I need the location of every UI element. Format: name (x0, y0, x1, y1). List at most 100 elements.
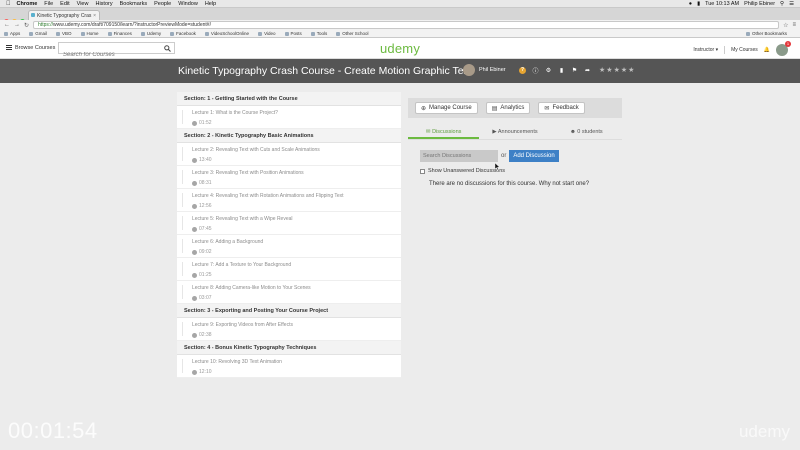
menu-item-people[interactable]: People (154, 1, 171, 7)
search-icon[interactable] (164, 45, 171, 52)
tab-students[interactable]: ☻ 0 students (551, 126, 622, 139)
bookmark-item[interactable]: Udemy (140, 31, 161, 36)
lecture-item[interactable]: Lecture 10: Revolving 3D Text Animation 1… (177, 355, 401, 378)
bookmark-label: Apps (10, 31, 21, 36)
lecture-title: Lecture 4: Revealing Text with Rotation … (192, 193, 344, 199)
lecture-duration-value: 01:52 (199, 120, 212, 126)
lecture-marker (182, 193, 183, 207)
manage-course-button[interactable]: ⊕ Manage Course (415, 102, 478, 114)
share-icon[interactable]: ➦ (584, 67, 591, 74)
bookmark-icon[interactable]: ▮ (558, 67, 565, 74)
chrome-menu-icon[interactable]: ≡ (792, 22, 796, 28)
info-icon[interactable]: ⓘ (532, 67, 539, 75)
lecture-item[interactable]: Lecture 7: Add a Texture to Your Backgro… (177, 258, 401, 281)
bookmark-label: Video (264, 31, 276, 36)
star-icon[interactable]: ★ (628, 66, 634, 74)
url-field[interactable]: https://www.udemy.com/draft/709150/learn… (33, 21, 780, 29)
bookmarks-bar: Apps Gmail VBO Home Finances Udemy Faceb… (0, 30, 800, 38)
flag-icon[interactable]: ⚑ (571, 67, 578, 74)
browse-courses-button[interactable]: Browse Courses (6, 44, 55, 51)
section-header: Section: 4 - Bonus Kinetic Typography Te… (177, 341, 401, 355)
site-header: Browse Courses udemy Instructor ▾ My Cou… (0, 38, 800, 60)
bookmark-item[interactable]: Home (80, 31, 99, 36)
bookmark-item[interactable]: Posts (284, 31, 302, 36)
other-bookmarks[interactable]: Other Bookmarks (745, 31, 787, 36)
spotlight-icon[interactable]: ⚲ (780, 1, 784, 7)
lecture-marker (182, 110, 183, 124)
bookmark-item[interactable]: Other School (336, 31, 369, 36)
wifi-icon[interactable]: ● (689, 1, 692, 7)
menu-list-icon[interactable]: ☰ (789, 1, 794, 7)
udemy-logo[interactable]: udemy (380, 41, 420, 56)
gear-icon[interactable]: ⚙ (545, 67, 552, 74)
analytics-button[interactable]: ▤ Analytics (485, 102, 531, 114)
bell-icon[interactable]: 🔔 (764, 47, 770, 53)
lecture-marker (182, 262, 183, 276)
lecture-marker (182, 216, 183, 230)
lecture-marker (182, 239, 183, 253)
bookmark-item[interactable]: Tools (310, 31, 327, 36)
menu-item-chrome[interactable]: Chrome (17, 1, 38, 7)
apple-icon[interactable]:  (6, 1, 11, 7)
battery-icon[interactable]: ▮ (697, 1, 700, 7)
tab-announcements-label: Announcements (497, 129, 538, 135)
lecture-item[interactable]: Lecture 2: Revealing Text with Cuts and … (177, 143, 401, 166)
lecture-title: Lecture 5: Revealing Text with a Wipe Re… (192, 216, 293, 222)
star-bookmark-icon[interactable]: ☆ (783, 22, 788, 29)
menubar-user[interactable]: Philip Ebiner (744, 1, 775, 7)
user-avatar[interactable]: 1 (776, 41, 791, 56)
menu-item-history[interactable]: History (95, 1, 112, 7)
bookmark-item[interactable]: Apps (4, 31, 20, 36)
star-icon[interactable]: ★ (621, 66, 627, 74)
my-courses-link[interactable]: My Courses (731, 47, 758, 53)
menu-item-view[interactable]: View (77, 1, 89, 7)
lecture-item[interactable]: Lecture 8: Adding Camera-like Motion to … (177, 281, 401, 304)
menu-item-file[interactable]: File (44, 1, 53, 7)
browser-tab[interactable]: Kinetic Typography Cras × (28, 10, 100, 20)
back-icon[interactable]: ← (4, 22, 10, 28)
reload-icon[interactable]: ↻ (24, 22, 29, 29)
lecture-duration-value: 12:10 (199, 369, 212, 375)
lecture-title: Lecture 8: Adding Camera-like Motion to … (192, 285, 311, 291)
star-icon[interactable]: ★ (614, 66, 620, 74)
menu-item-window[interactable]: Window (178, 1, 198, 7)
rating-stars[interactable]: ★ ★ ★ ★ ★ (599, 66, 634, 74)
lecture-item[interactable]: Lecture 3: Revealing Text with Position … (177, 166, 401, 189)
lecture-item[interactable]: Lecture 5: Revealing Text with a Wipe Re… (177, 212, 401, 235)
bookmark-item[interactable]: Finances (107, 31, 132, 36)
unanswered-checkbox[interactable] (420, 168, 425, 174)
star-icon[interactable]: ★ (599, 66, 605, 74)
lecture-duration: 07:45 (192, 226, 401, 232)
forward-icon[interactable]: → (14, 22, 20, 28)
lecture-duration: 03:07 (192, 295, 401, 301)
bookmark-item[interactable]: Video (258, 31, 276, 36)
instructor-info[interactable]: Phil Ebiner (463, 64, 506, 76)
bookmark-item[interactable]: VideoSchoolOnline (204, 31, 249, 36)
menu-item-edit[interactable]: Edit (60, 1, 69, 7)
lecture-item[interactable]: Lecture 6: Adding a Background 09:02 (177, 235, 401, 258)
lecture-duration: 02:38 (192, 332, 401, 338)
bookmark-item[interactable]: Gmail (29, 31, 47, 36)
tab-announcements[interactable]: ▶ Announcements (479, 126, 550, 139)
tab-discussions[interactable]: ✉ Discussions (408, 126, 480, 139)
lecture-item[interactable]: Lecture 1: What is the Course Project? 01… (177, 106, 401, 129)
browser-tab-strip: Kinetic Typography Cras × (0, 8, 800, 24)
help-icon[interactable]: ? (519, 66, 526, 74)
bookmark-item[interactable]: VBO (56, 31, 72, 36)
lecture-item[interactable]: Lecture 9: Exporting Videos from After E… (177, 318, 401, 341)
lecture-duration: 01:25 (192, 272, 401, 278)
menu-item-bookmarks[interactable]: Bookmarks (120, 1, 148, 7)
close-tab-icon[interactable]: × (93, 13, 96, 19)
bookmark-item[interactable]: Facebook (170, 31, 196, 36)
menubar-clock[interactable]: Tue 10:13 AM (705, 1, 739, 7)
star-icon[interactable]: ★ (606, 66, 612, 74)
menu-item-help[interactable]: Help (205, 1, 216, 7)
discussion-search-input[interactable] (420, 150, 498, 162)
bookmark-label: Gmail (35, 31, 48, 36)
feedback-button[interactable]: ✉ Feedback (538, 102, 585, 114)
instructor-menu[interactable]: Instructor ▾ (693, 47, 718, 53)
add-discussion-button[interactable]: Add Discussion (509, 150, 559, 162)
unanswered-filter[interactable]: Show Unanswered Discussions (420, 168, 622, 174)
divider (724, 46, 726, 54)
lecture-item[interactable]: Lecture 4: Revealing Text with Rotation … (177, 189, 401, 212)
